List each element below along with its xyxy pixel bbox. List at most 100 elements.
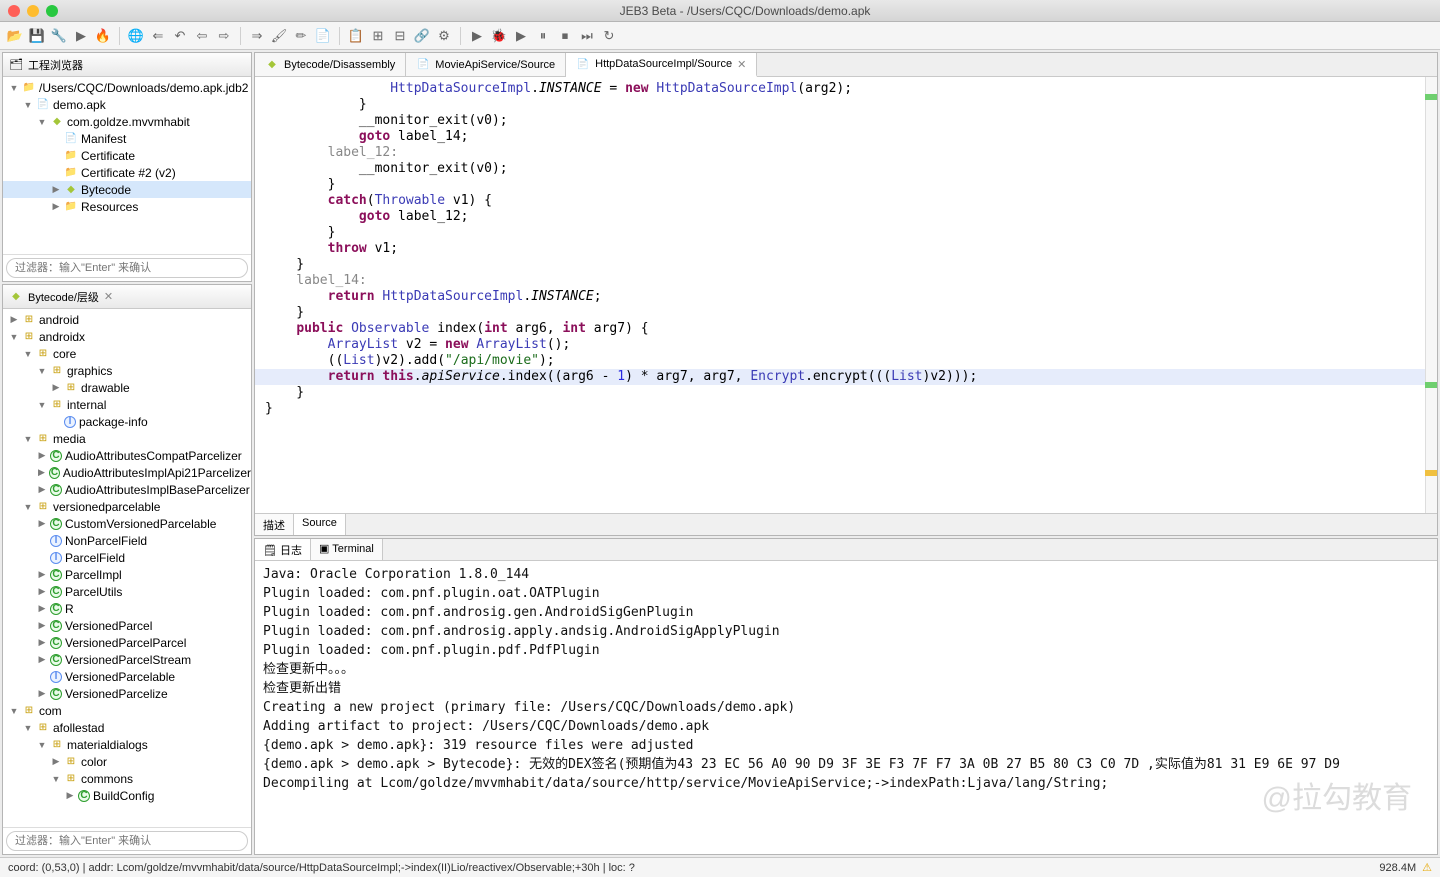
tree-item[interactable]: IVersionedParcelable [3, 668, 251, 685]
caret-icon[interactable]: ▼ [23, 502, 33, 512]
warning-icon[interactable]: ⚠ [1422, 861, 1432, 874]
caret-icon[interactable]: ▶ [37, 518, 47, 529]
toolbar-button[interactable]: ▶ [72, 27, 90, 45]
tree-item[interactable]: 📄Manifest [3, 130, 251, 147]
tree-item[interactable]: 📁Certificate [3, 147, 251, 164]
tree-item[interactable]: ▼⊞afollestad [3, 719, 251, 736]
caret-icon[interactable]: ▼ [23, 100, 33, 110]
toolbar-button[interactable]: 🔧 [50, 27, 68, 45]
editor-tab[interactable]: ◆Bytecode/Disassembly [255, 53, 406, 76]
tree-item[interactable]: ▶CAudioAttributesCompatParcelizer [3, 447, 251, 464]
toolbar-button[interactable]: ⇐ [149, 27, 167, 45]
caret-icon[interactable]: ▼ [9, 706, 19, 716]
caret-icon[interactable]: ▼ [37, 400, 47, 410]
caret-icon[interactable]: ▼ [9, 332, 19, 342]
close-window-button[interactable] [8, 5, 20, 17]
tree-item[interactable]: ▶CVersionedParcelStream [3, 651, 251, 668]
console-tab[interactable]: ▣ Terminal [311, 539, 383, 560]
code-editor[interactable]: HttpDataSourceImpl.INSTANCE = new HttpDa… [255, 77, 1437, 513]
tree-item[interactable]: ▶CVersionedParcelize [3, 685, 251, 702]
toolbar-button[interactable]: ⚙ [435, 27, 453, 45]
tree-item[interactable]: IParcelField [3, 549, 251, 566]
close-tab-icon[interactable]: ✕ [737, 58, 746, 71]
toolbar-button[interactable]: 📋 [347, 27, 365, 45]
tree-item[interactable]: ▶CVersionedParcel [3, 617, 251, 634]
tree-item[interactable]: 📁Certificate #2 (v2) [3, 164, 251, 181]
tree-item[interactable]: ▶CAudioAttributesImplBaseParcelizer [3, 481, 251, 498]
caret-icon[interactable]: ▶ [37, 637, 47, 648]
caret-icon[interactable]: ▶ [37, 484, 47, 495]
caret-icon[interactable]: ▶ [37, 603, 47, 614]
editor-ruler[interactable] [1425, 77, 1437, 513]
tree-item[interactable]: ▼⊞com [3, 702, 251, 719]
toolbar-button[interactable]: 💾 [28, 27, 46, 45]
tree-item[interactable]: ▼⊞media [3, 430, 251, 447]
toolbar-button[interactable]: ⏭ [578, 27, 596, 45]
tree-item[interactable]: ▶CParcelUtils [3, 583, 251, 600]
toolbar-button[interactable]: 🔗 [413, 27, 431, 45]
tree-item[interactable]: ▼⊞materialdialogs [3, 736, 251, 753]
console-output[interactable]: Java: Oracle Corporation 1.8.0_144 Plugi… [255, 561, 1437, 854]
tree-item[interactable]: ▶◆Bytecode [3, 181, 251, 198]
caret-icon[interactable]: ▶ [37, 450, 47, 461]
tree-item[interactable]: ▼📁/Users/CQC/Downloads/demo.apk.jdb2 [3, 79, 251, 96]
tree-item[interactable]: ▶⊞color [3, 753, 251, 770]
caret-icon[interactable]: ▶ [37, 688, 47, 699]
caret-icon[interactable]: ▼ [23, 434, 33, 444]
tree-item[interactable]: ▶CParcelImpl [3, 566, 251, 583]
tree-item[interactable]: ▼⊞commons [3, 770, 251, 787]
tree-item[interactable]: ▼⊞internal [3, 396, 251, 413]
toolbar-button[interactable]: ⇒ [248, 27, 266, 45]
tree-item[interactable]: ▶📁Resources [3, 198, 251, 215]
caret-icon[interactable]: ▶ [37, 467, 46, 478]
caret-icon[interactable]: ▼ [37, 740, 47, 750]
caret-icon[interactable]: ▼ [37, 366, 47, 376]
hierarchy-filter-input[interactable] [6, 831, 248, 851]
minimize-window-button[interactable] [27, 5, 39, 17]
toolbar-button[interactable]: ✏ [292, 27, 310, 45]
toolbar-button[interactable]: 📂 [6, 27, 24, 45]
tree-item[interactable]: ▼◆com.goldze.mvvmhabit [3, 113, 251, 130]
caret-icon[interactable]: ▼ [23, 349, 33, 359]
caret-icon[interactable]: ▶ [65, 790, 75, 801]
tree-item[interactable]: ▶CBuildConfig [3, 787, 251, 804]
editor-tab[interactable]: 📄HttpDataSourceImpl/Source✕ [566, 53, 757, 77]
toolbar-button[interactable]: ⇦ [193, 27, 211, 45]
toolbar-button[interactable]: ↶ [171, 27, 189, 45]
tree-item[interactable]: ▶⊞android [3, 311, 251, 328]
tree-item[interactable]: ▼⊞versionedparcelable [3, 498, 251, 515]
maximize-window-button[interactable] [46, 5, 58, 17]
caret-icon[interactable]: ▶ [51, 382, 61, 393]
tree-item[interactable]: ▼📄demo.apk [3, 96, 251, 113]
subtab-desc[interactable]: 描述 [255, 514, 294, 535]
caret-icon[interactable]: ▶ [37, 569, 47, 580]
caret-icon[interactable]: ▶ [37, 620, 47, 631]
tree-item[interactable]: INonParcelField [3, 532, 251, 549]
caret-icon[interactable]: ▼ [51, 774, 61, 784]
tree-item[interactable]: Ipackage-info [3, 413, 251, 430]
tree-item[interactable]: ▶CR [3, 600, 251, 617]
toolbar-button[interactable]: 🖌 [270, 27, 288, 45]
toolbar-button[interactable]: ⇨ [215, 27, 233, 45]
caret-icon[interactable]: ▶ [37, 654, 47, 665]
toolbar-button[interactable]: ▶ [512, 27, 530, 45]
close-panel-icon[interactable]: ✕ [104, 290, 113, 303]
toolbar-button[interactable]: 📄 [314, 27, 332, 45]
caret-icon[interactable]: ▶ [51, 756, 61, 767]
toolbar-button[interactable]: ↻ [600, 27, 618, 45]
toolbar-button[interactable]: ▶ [468, 27, 486, 45]
subtab-source[interactable]: Source [294, 514, 346, 535]
toolbar-button[interactable]: ⏹ [556, 27, 574, 45]
tree-item[interactable]: ▶CCustomVersionedParcelable [3, 515, 251, 532]
tree-item[interactable]: ▶CAudioAttributesImplApi21Parcelizer [3, 464, 251, 481]
tree-item[interactable]: ▼⊞core [3, 345, 251, 362]
caret-icon[interactable]: ▼ [23, 723, 33, 733]
caret-icon[interactable]: ▶ [9, 314, 19, 325]
caret-icon[interactable]: ▶ [51, 201, 61, 212]
toolbar-button[interactable]: ⊞ [369, 27, 387, 45]
caret-icon[interactable]: ▼ [37, 117, 47, 127]
project-filter-input[interactable] [6, 258, 248, 278]
toolbar-button[interactable]: ⊟ [391, 27, 409, 45]
toolbar-button[interactable]: 🐞 [490, 27, 508, 45]
caret-icon[interactable]: ▶ [37, 586, 47, 597]
